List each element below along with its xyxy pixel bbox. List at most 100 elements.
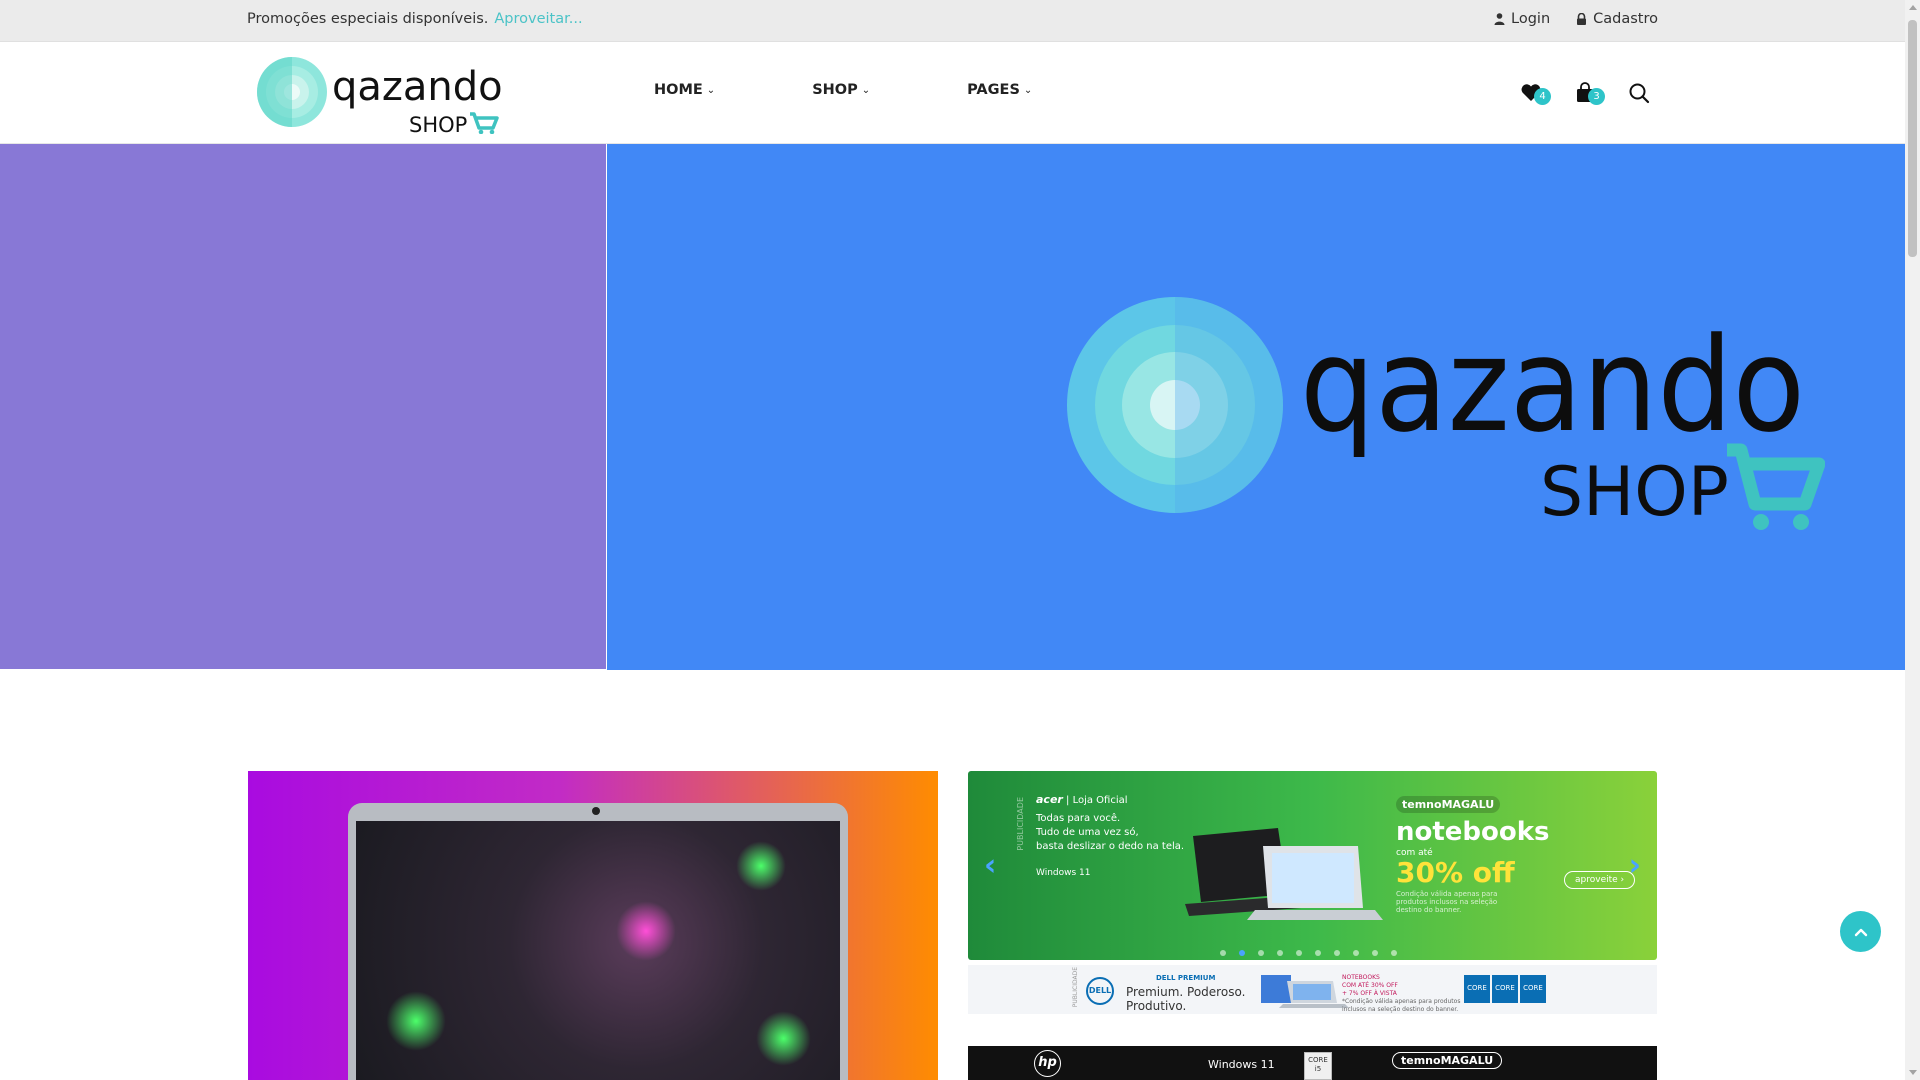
hero-left-panel <box>0 144 606 669</box>
carousel-dot[interactable] <box>1220 950 1226 956</box>
wishlist-count-badge: 4 <box>1534 88 1551 105</box>
scrollbar-thumb[interactable] <box>1908 20 1917 257</box>
carousel-dot[interactable] <box>1353 950 1359 956</box>
dell-kicker: DELL PREMIUM <box>1155 974 1216 982</box>
acer-copy: acer | Loja Oficial Todas para você. Tud… <box>1036 793 1185 878</box>
scroll-up-arrow-icon[interactable] <box>1909 5 1917 10</box>
carousel-dot[interactable] <box>1239 950 1245 956</box>
dell-deal-fine: *Condição válida apenas para produtos in… <box>1342 998 1461 1013</box>
carousel-dot[interactable] <box>1258 950 1264 956</box>
dell-deal-1: NOTEBOOKS <box>1342 974 1380 981</box>
dell-copy: DELL PREMIUM Premium. Poderoso. Produtiv… <box>1126 971 1245 1013</box>
logo-graphic: qazando SHOP <box>257 57 503 137</box>
hp-logo: hp <box>1034 1050 1061 1077</box>
dell-logo: DELL <box>1086 977 1114 1005</box>
acer-brand: acer <box>1036 793 1063 806</box>
carousel-dot[interactable] <box>1391 950 1397 956</box>
hp-windows-label: Windows 11 <box>1208 1058 1275 1071</box>
chevron-up-icon <box>1854 928 1867 936</box>
magalu-badge: temnoMAGALU <box>1396 796 1501 813</box>
ad-label: PUBLICIDADE <box>1016 797 1025 851</box>
promo-discount: 30% off <box>1396 856 1515 889</box>
cart-button[interactable]: 3 <box>1574 80 1605 106</box>
dell-deal-2: COM ATÉ 30% OFF <box>1342 982 1398 989</box>
game-light <box>386 991 446 1051</box>
dell-line-2: Produtivo. <box>1126 999 1187 1013</box>
game-character <box>616 901 676 961</box>
main-header: qazando SHOP HOME ⌄ SHOP ⌄ PAGES ⌄ 4 3 <box>0 42 1905 144</box>
hero-logo-word: qazando <box>1300 309 1805 461</box>
intel-core-badge: CORE <box>1520 975 1546 1003</box>
login-label: Login <box>1511 11 1551 27</box>
hero-logo-sub: SHOP <box>1540 453 1729 532</box>
carousel-dot[interactable] <box>1372 950 1378 956</box>
wishlist-button[interactable]: 4 <box>1520 80 1551 106</box>
user-icon <box>1494 13 1505 25</box>
chevron-down-icon: ⌄ <box>1023 84 1033 96</box>
carousel-prev-arrow-icon[interactable]: ‹ <box>984 851 996 881</box>
game-light <box>736 841 786 891</box>
chevron-down-icon: ⌄ <box>706 84 716 96</box>
site-logo[interactable]: qazando SHOP <box>256 54 503 137</box>
chevron-down-icon: ⌄ <box>861 84 871 96</box>
login-link[interactable]: Login <box>1494 11 1550 27</box>
logo-word: qazando <box>332 64 501 110</box>
ad-label: PUBLICIDADE <box>1072 967 1079 1008</box>
signup-label: Cadastro <box>1593 11 1658 27</box>
acer-copy-2: Tudo de uma vez só, <box>1036 827 1139 838</box>
top-bar: Promoções especiais disponíveis. Aproveit… <box>0 0 1905 42</box>
magalu-badge: temnoMAGALU <box>1392 1052 1503 1069</box>
hp-ad-banner[interactable]: hp Windows 11 CORE i5 temnoMAGALU <box>968 1046 1657 1080</box>
promo-fine-print: Condição válida apenas para produtos inc… <box>1396 890 1498 914</box>
game-screenshot <box>356 821 840 1080</box>
aproveite-button[interactable]: aproveite › <box>1564 871 1636 889</box>
page-scrollbar[interactable] <box>1905 0 1920 1080</box>
nav-home[interactable]: HOME ⌄ <box>654 82 715 98</box>
nav-pages-label: PAGES <box>967 82 1020 98</box>
acer-store: Loja Oficial <box>1072 795 1128 806</box>
notebooks-image <box>1185 828 1383 920</box>
notebooks-promo: temnoMAGALU notebooks com até 30% off Co… <box>1396 793 1550 914</box>
carousel-dot[interactable] <box>1296 950 1302 956</box>
promo-message: Promoções especiais disponíveis. Aproveit… <box>247 11 583 27</box>
acer-copy-3: basta deslizar o dedo na tela. <box>1036 841 1185 852</box>
laptop-promo-banner[interactable] <box>248 771 938 1080</box>
carousel-next-arrow-icon[interactable]: › <box>1629 851 1641 881</box>
dell-deal-3: + 7% OFF À VISTA <box>1342 990 1397 997</box>
cart-count-badge: 3 <box>1588 88 1605 105</box>
search-button[interactable] <box>1628 80 1658 106</box>
search-icon <box>1629 83 1650 104</box>
dell-deal: NOTEBOOKS COM ATÉ 30% OFF + 7% OFF À VIS… <box>1342 974 1462 1014</box>
nav-home-label: HOME <box>654 82 703 98</box>
carousel-dots <box>1220 950 1397 956</box>
header-actions: 4 3 <box>1520 80 1658 106</box>
promo-link[interactable]: Aproveitar... <box>494 11 582 27</box>
signup-link[interactable]: Cadastro <box>1576 11 1658 27</box>
nav-pages[interactable]: PAGES ⌄ <box>967 82 1032 98</box>
dell-ad-banner[interactable]: PUBLICIDADE DELL DELL PREMIUM Premium. P… <box>968 965 1657 1014</box>
acer-copy-1: Todas para você. <box>1036 813 1121 824</box>
laptop-webcam <box>592 807 600 815</box>
carousel-dot[interactable] <box>1334 950 1340 956</box>
promo-text: Promoções especiais disponíveis. <box>247 11 489 27</box>
main-nav: HOME ⌄ SHOP ⌄ PAGES ⌄ <box>654 82 1032 98</box>
intel-core-badge: CORE <box>1492 975 1518 1003</box>
windows-label: Windows 11 <box>1036 868 1091 878</box>
carousel-dot[interactable] <box>1315 950 1321 956</box>
back-to-top-button[interactable] <box>1840 911 1881 952</box>
intel-core-badge: CORE <box>1464 975 1490 1003</box>
hero-logo: qazando SHOP <box>1067 297 1825 532</box>
scroll-down-arrow-icon[interactable] <box>1909 1070 1917 1075</box>
nav-shop[interactable]: SHOP ⌄ <box>812 82 870 98</box>
ad-carousel[interactable]: PUBLICIDADE acer | Loja Oficial Todas pa… <box>968 771 1657 960</box>
nav-shop-label: SHOP <box>812 82 858 98</box>
logo-sub: SHOP <box>409 113 467 134</box>
lock-icon <box>1577 13 1587 25</box>
dell-line-1: Premium. Poderoso. <box>1126 985 1246 999</box>
game-light <box>756 1011 811 1066</box>
intel-core-badge: CORE i5 <box>1304 1052 1332 1080</box>
carousel-dot[interactable] <box>1277 950 1283 956</box>
auth-links: Login Cadastro <box>1494 11 1658 27</box>
promo-title: notebooks <box>1396 817 1550 847</box>
dell-devices-image <box>1261 975 1349 1008</box>
